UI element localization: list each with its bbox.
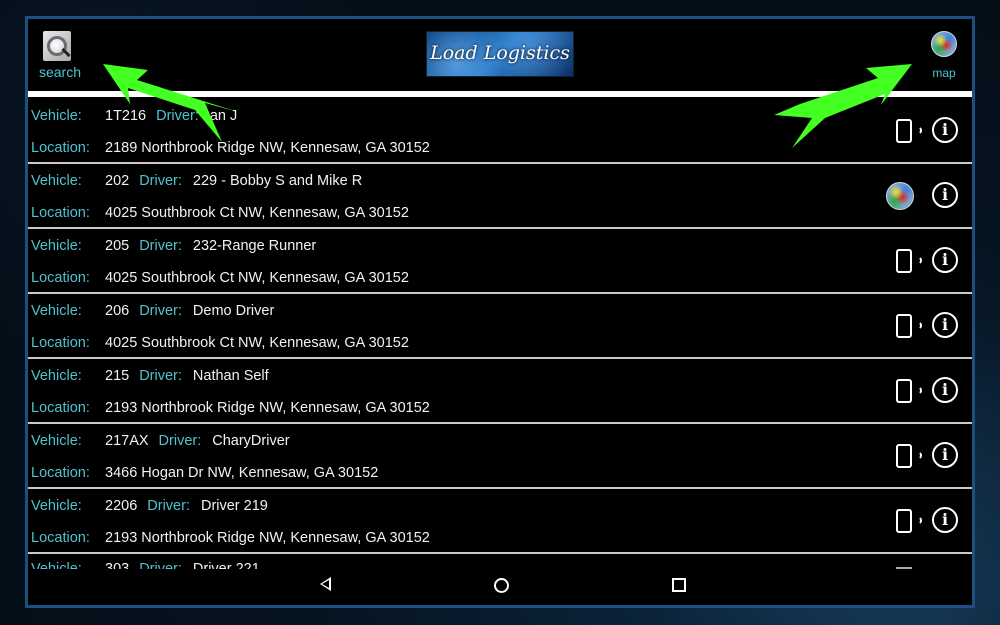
location-address: 3466 Hogan Dr NW, Kennesaw, GA 30152 xyxy=(105,465,379,481)
vehicle-row[interactable]: Vehicle: 217AX Driver: CharyDriver Location… xyxy=(28,424,972,489)
vehicle-id: 205 xyxy=(105,238,130,254)
vehicle-label: Vehicle: xyxy=(31,498,82,514)
driver-label: Driver: xyxy=(139,368,182,384)
location-label: Location: xyxy=(31,530,90,546)
map-button[interactable]: map xyxy=(924,31,964,80)
vehicle-label: Vehicle: xyxy=(31,108,82,124)
info-icon[interactable]: i xyxy=(932,442,958,468)
vehicle-row[interactable]: Vehicle: 202 Driver: 229 - Bobby S and Mike… xyxy=(28,164,972,229)
globe-icon[interactable] xyxy=(886,182,914,210)
vehicle-row[interactable]: Vehicle: 2206 Driver: Driver 219 Location: 2… xyxy=(28,489,972,554)
logo: Load Logistics xyxy=(426,31,574,77)
vehicle-list[interactable]: Vehicle: 1T216 Driver: an J Location: 2189 N… xyxy=(28,99,972,569)
vehicle-label: Vehicle: xyxy=(31,561,82,569)
location-address: 4025 Southbrook Ct NW, Kennesaw, GA 3015… xyxy=(105,205,409,221)
vehicle-id: 2206 xyxy=(105,498,138,514)
map-label: map xyxy=(932,66,956,80)
vehicle-id: 1T216 xyxy=(105,108,147,124)
info-icon[interactable]: i xyxy=(932,182,958,208)
driver-name: 232-Range Runner xyxy=(192,238,317,254)
location-label: Location: xyxy=(31,270,90,286)
header-divider xyxy=(28,91,972,97)
driver-label: Driver: xyxy=(156,108,199,124)
globe-icon xyxy=(931,31,957,57)
location-address: 4025 Southbrook Ct NW, Kennesaw, GA 3015… xyxy=(105,270,409,286)
vehicle-id: 202 xyxy=(105,173,130,189)
driver-label: Driver: xyxy=(139,238,182,254)
logo-text: Load Logistics xyxy=(430,42,570,64)
driver-label: Driver: xyxy=(139,561,182,569)
home-icon[interactable] xyxy=(494,578,509,593)
location-label: Location: xyxy=(31,465,90,481)
phone-signal-icon[interactable] xyxy=(896,379,922,403)
tablet-screen: search Load Logistics map Vehicle: 1T216 D… xyxy=(25,16,975,608)
location-label: Location: xyxy=(31,400,90,416)
info-icon[interactable]: i xyxy=(932,377,958,403)
android-nav-bar xyxy=(28,569,972,605)
location-label: Location: xyxy=(31,140,90,156)
vehicle-label: Vehicle: xyxy=(31,173,82,189)
vehicle-row[interactable]: Vehicle: 206 Driver: Demo Driver Location: 4… xyxy=(28,294,972,359)
search-label: search xyxy=(38,64,82,80)
phone-signal-icon[interactable] xyxy=(896,509,922,533)
vehicle-id: 206 xyxy=(105,303,130,319)
search-icon xyxy=(43,31,71,61)
vehicle-label: Vehicle: xyxy=(31,303,82,319)
phone-signal-icon[interactable] xyxy=(896,444,922,468)
vehicle-row[interactable]: Vehicle: 215 Driver: Nathan Self Location: 2… xyxy=(28,359,972,424)
phone-signal-icon[interactable] xyxy=(896,314,922,338)
vehicle-label: Vehicle: xyxy=(31,433,82,449)
driver-label: Driver: xyxy=(147,498,190,514)
vehicle-label: Vehicle: xyxy=(31,238,82,254)
phone-signal-icon[interactable] xyxy=(896,119,922,143)
driver-label: Driver: xyxy=(139,173,182,189)
vehicle-id: 303 xyxy=(105,561,130,569)
vehicle-row[interactable]: Vehicle: 1T216 Driver: an J Location: 2189 N… xyxy=(28,99,972,164)
vehicle-id: 217AX xyxy=(105,433,149,449)
driver-name: 229 - Bobby S and Mike R xyxy=(192,173,363,189)
driver-name: CharyDriver xyxy=(212,433,290,449)
location-address: 2189 Northbrook Ridge NW, Kennesaw, GA 3… xyxy=(105,140,430,156)
search-button[interactable]: search xyxy=(32,31,88,81)
location-address: 2193 Northbrook Ridge NW, Kennesaw, GA 3… xyxy=(105,530,430,546)
app-bar: search Load Logistics map xyxy=(28,19,972,91)
back-icon[interactable] xyxy=(320,577,331,591)
info-icon[interactable]: i xyxy=(932,247,958,273)
location-label: Location: xyxy=(31,335,90,351)
driver-name: an J xyxy=(209,108,238,124)
phone-signal-icon[interactable] xyxy=(896,249,922,273)
info-icon[interactable]: i xyxy=(932,117,958,143)
location-label: Location: xyxy=(31,205,90,221)
driver-label: Driver: xyxy=(158,433,202,449)
driver-name: Driver 219 xyxy=(200,498,268,514)
driver-name: Demo Driver xyxy=(192,303,275,319)
info-icon[interactable]: i xyxy=(932,312,958,338)
vehicle-row[interactable]: Vehicle: 303 Driver: Driver 221 xyxy=(28,554,972,569)
location-address: 4025 Southbrook Ct NW, Kennesaw, GA 3015… xyxy=(105,335,409,351)
vehicle-row[interactable]: Vehicle: 205 Driver: 232-Range Runner Locat… xyxy=(28,229,972,294)
info-icon[interactable]: i xyxy=(932,507,958,533)
vehicle-label: Vehicle: xyxy=(31,368,82,384)
recent-apps-icon[interactable] xyxy=(672,578,686,592)
driver-name: Driver 221 xyxy=(192,561,260,569)
driver-name: Nathan Self xyxy=(192,368,269,384)
driver-label: Driver: xyxy=(139,303,182,319)
location-address: 2193 Northbrook Ridge NW, Kennesaw, GA 3… xyxy=(105,400,430,416)
vehicle-id: 215 xyxy=(105,368,130,384)
